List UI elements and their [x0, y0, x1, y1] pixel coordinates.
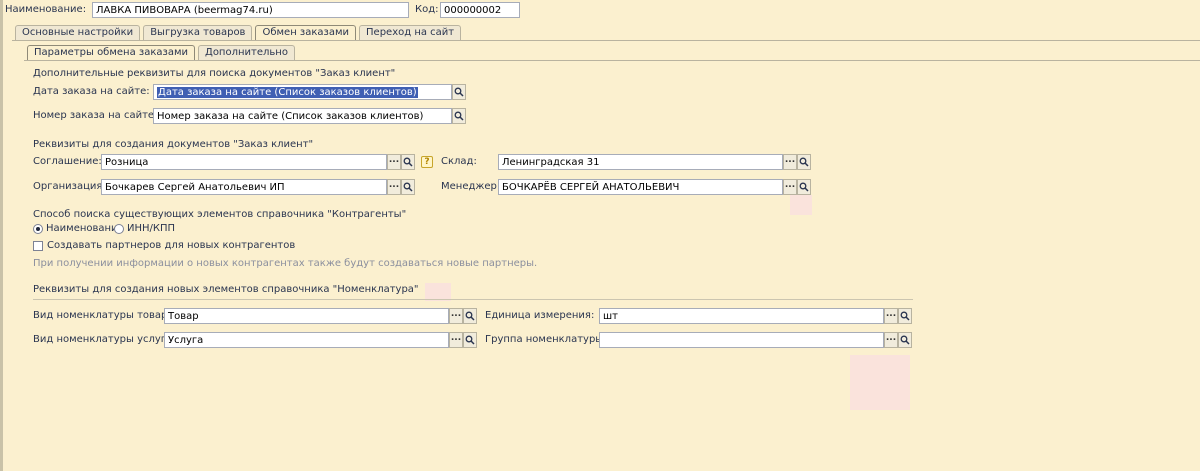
ellipsis-icon[interactable]: ...: [783, 154, 797, 170]
tab-order-exchange[interactable]: Обмен заказами: [255, 25, 357, 41]
ellipsis-icon[interactable]: ...: [449, 308, 463, 324]
service-type-label: Вид номенклатуры услуга:: [33, 334, 176, 345]
sub-tabs: Параметры обмена заказами Дополнительно: [27, 45, 298, 61]
goods-type-label: Вид номенклатуры товар:: [33, 310, 171, 321]
subtab-order-params[interactable]: Параметры обмена заказами: [27, 45, 195, 61]
background-artifact: [850, 355, 910, 410]
tab-goods-export[interactable]: Выгрузка товаров: [143, 25, 253, 40]
nomenclature-separator: [33, 299, 913, 300]
order-number-label: Номер заказа на сайте:: [33, 110, 158, 121]
name-field[interactable]: ЛАВКА ПИВОВАРА (beermag74.ru): [92, 2, 409, 18]
magnifier-icon[interactable]: [463, 332, 477, 348]
create-partners-label: Создавать партнеров для новых контрагент…: [47, 240, 296, 251]
organization-label: Организация:: [33, 181, 106, 192]
create-section-title: Реквизиты для создания документов "Заказ…: [33, 139, 314, 150]
radio-name-label: Наименование: [46, 223, 124, 234]
group-label: Группа номенклатуры:: [485, 334, 607, 345]
help-icon[interactable]: ?: [421, 156, 433, 168]
contractor-hint: При получении информации о новых контраг…: [33, 258, 538, 269]
radio-inn-label: ИНН/КПП: [127, 223, 176, 234]
magnifier-icon[interactable]: [898, 308, 912, 324]
search-section-title: Дополнительные реквизиты для поиска доку…: [33, 68, 396, 79]
tab-panel-border: [12, 40, 1200, 41]
ellipsis-icon[interactable]: ...: [449, 332, 463, 348]
contractor-section-title: Способ поиска существующих элементов спр…: [33, 209, 407, 220]
ellipsis-icon[interactable]: ...: [387, 179, 401, 195]
warehouse-field[interactable]: Ленинградская 31: [498, 154, 783, 170]
ellipsis-icon[interactable]: ...: [884, 332, 898, 348]
magnifier-icon[interactable]: [401, 179, 415, 195]
order-date-field[interactable]: Дата заказа на сайте (Список заказов кли…: [153, 84, 452, 100]
radio-name[interactable]: [33, 224, 43, 234]
magnifier-icon[interactable]: [401, 154, 415, 170]
goods-type-field[interactable]: Товар: [164, 308, 449, 324]
order-date-selected-text: Дата заказа на сайте (Список заказов кли…: [157, 86, 418, 98]
organization-field[interactable]: Бочкарев Сергей Анатольевич ИП: [101, 179, 387, 195]
warehouse-label: Склад:: [441, 156, 477, 167]
agreement-label: Соглашение:: [33, 156, 102, 167]
nomenclature-section-title: Реквизиты для создания новых элементов с…: [33, 284, 419, 295]
unit-field[interactable]: шт: [599, 308, 884, 324]
manager-label: Менеджер:: [441, 181, 501, 192]
magnifier-icon[interactable]: [797, 179, 811, 195]
window-left-edge: [0, 0, 3, 471]
name-label: Наименование:: [5, 4, 87, 15]
tab-main-settings[interactable]: Основные настройки: [15, 25, 141, 40]
code-field[interactable]: 000000002: [440, 2, 520, 18]
radio-inn[interactable]: [114, 224, 124, 234]
magnifier-icon[interactable]: [452, 108, 466, 124]
create-partners-checkbox[interactable]: [33, 241, 43, 251]
subtab-panel-border: [24, 60, 1200, 61]
background-artifact: [790, 195, 812, 215]
service-type-field[interactable]: Услуга: [164, 332, 449, 348]
manager-field[interactable]: БОЧКАРЁВ СЕРГЕЙ АНАТОЛЬЕВИЧ: [498, 179, 783, 195]
magnifier-icon[interactable]: [452, 84, 466, 100]
ellipsis-icon[interactable]: ...: [387, 154, 401, 170]
code-label: Код:: [415, 4, 439, 15]
order-date-label: Дата заказа на сайте:: [33, 86, 150, 97]
ellipsis-icon[interactable]: ...: [783, 179, 797, 195]
unit-label: Единица измерения:: [485, 310, 595, 321]
order-number-field[interactable]: Номер заказа на сайте (Список заказов кл…: [153, 108, 452, 124]
magnifier-icon[interactable]: [898, 332, 912, 348]
tab-go-to-site[interactable]: Переход на сайт: [359, 25, 462, 40]
ellipsis-icon[interactable]: ...: [884, 308, 898, 324]
magnifier-icon[interactable]: [797, 154, 811, 170]
subtab-additional[interactable]: Дополнительно: [198, 45, 295, 60]
agreement-field[interactable]: Розница: [101, 154, 387, 170]
main-tabs: Основные настройки Выгрузка товаров Обме…: [15, 25, 464, 41]
group-field[interactable]: [599, 332, 884, 348]
magnifier-icon[interactable]: [463, 308, 477, 324]
